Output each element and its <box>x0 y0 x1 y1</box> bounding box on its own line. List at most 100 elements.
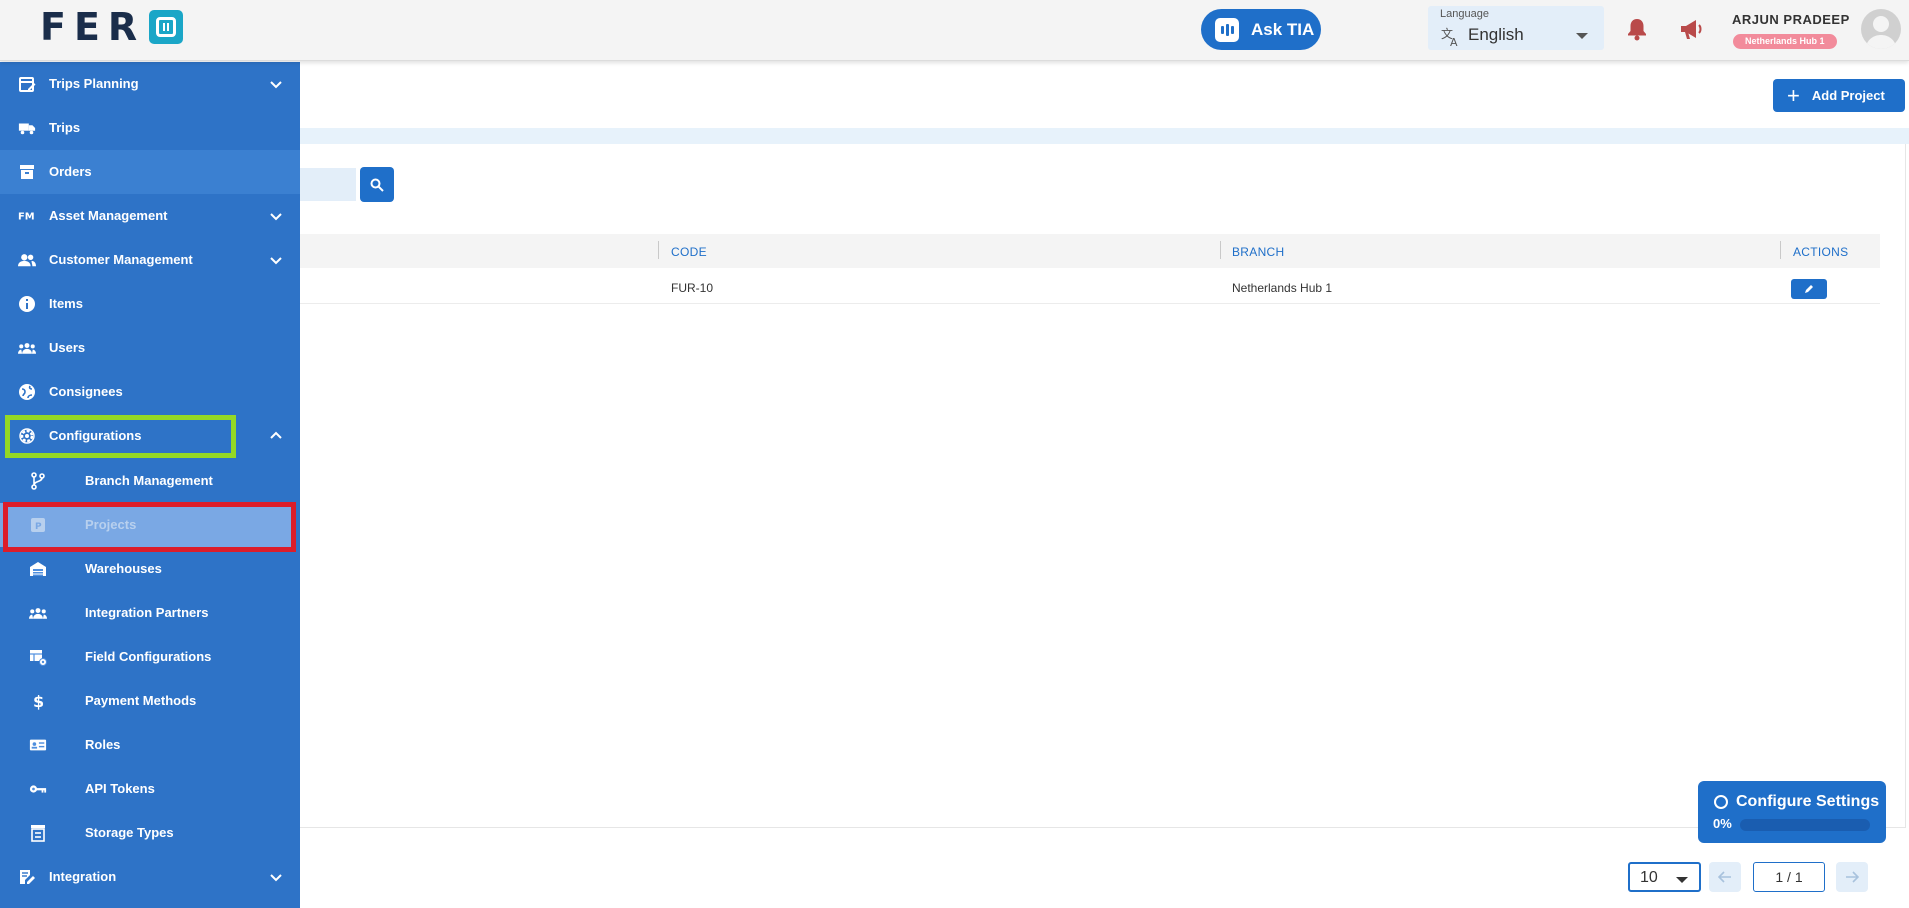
svg-text:FM: FM <box>18 212 35 223</box>
sidebar-item-storage-types[interactable]: Storage Types <box>0 811 296 855</box>
sidebar-item-projects[interactable]: P Projects <box>0 503 296 547</box>
column-header-actions: ACTIONS <box>1793 245 1849 259</box>
language-value: English <box>1468 25 1524 44</box>
globe-icon <box>18 383 36 401</box>
sidebar-item-label: Consignees <box>49 384 123 399</box>
archive-box-icon <box>18 163 36 181</box>
app-header: FER Ask TIA Language 文A English ARJUN PR… <box>0 0 1909 61</box>
truck-icon <box>18 119 36 137</box>
svg-text:$: $ <box>33 692 44 710</box>
chevron-up-icon <box>270 430 282 442</box>
table-header <box>300 234 1880 268</box>
warehouse-icon <box>29 560 47 578</box>
search-button[interactable] <box>360 167 394 202</box>
megaphone-icon[interactable] <box>1678 17 1704 41</box>
sidebar-item-warehouses[interactable]: Warehouses <box>0 547 296 591</box>
sidebar-item-integration-partners[interactable]: Integration Partners <box>0 591 296 635</box>
arrow-right-icon <box>1846 871 1859 883</box>
logo-text: FER <box>40 5 146 49</box>
sidebar-item-consignees[interactable]: Consignees <box>0 370 300 414</box>
sidebar-item-label: Payment Methods <box>85 693 197 708</box>
note-edit-icon <box>18 868 36 886</box>
column-header-code[interactable]: CODE <box>671 245 707 259</box>
chevron-down-icon <box>270 210 282 222</box>
sidebar-item-configurations[interactable]: Configurations <box>0 414 300 458</box>
gear-icon <box>18 427 36 445</box>
column-header-branch[interactable]: BRANCH <box>1232 245 1284 259</box>
dollar-icon: $ <box>29 692 47 710</box>
sidebar-item-asset-management[interactable]: FM Asset Management <box>0 194 300 238</box>
configure-progress-text: 0% <box>1713 816 1732 831</box>
chevron-down-icon <box>1676 877 1688 883</box>
sidebar-item-label: Warehouses <box>85 561 162 576</box>
add-project-label: Add Project <box>1811 88 1885 103</box>
chevron-down-icon <box>270 871 282 883</box>
sidebar-item-customer-management[interactable]: Customer Management <box>0 238 300 282</box>
sidebar-item-label: Customer Management <box>49 252 193 267</box>
sidebar-item-label: Branch Management <box>85 473 213 488</box>
configure-settings-widget[interactable]: Configure Settings 0% <box>1698 781 1886 843</box>
circle-icon <box>1714 795 1728 809</box>
fero-logo[interactable]: FER <box>40 5 184 49</box>
plus-icon: + <box>1787 82 1800 108</box>
column-separator <box>658 241 659 259</box>
next-page-button[interactable] <box>1836 862 1868 892</box>
sidebar-item-orders[interactable]: Orders <box>0 150 300 194</box>
info-icon <box>18 295 36 313</box>
search-input[interactable] <box>300 168 356 201</box>
fm-icon: FM <box>18 207 36 225</box>
pencil-icon <box>1805 285 1813 293</box>
bell-icon[interactable] <box>1626 17 1648 41</box>
chevron-down-icon <box>270 78 282 90</box>
p-badge-icon: P <box>29 516 47 534</box>
key-icon <box>29 780 47 798</box>
column-separator <box>1780 241 1781 259</box>
sidebar-item-label: Integration Partners <box>85 605 209 620</box>
calendar-edit-icon <box>18 75 36 93</box>
sidebar-item-integration[interactable]: Integration <box>0 855 300 899</box>
sidebar-item-label: Items <box>49 296 83 311</box>
configure-progress-bar <box>1740 819 1870 831</box>
configure-settings-title: Configure Settings <box>1736 793 1880 810</box>
sidebar-item-label: Trips Planning <box>49 76 139 91</box>
logo-mark-icon <box>149 10 184 44</box>
page-size-select[interactable]: 10 <box>1628 862 1701 892</box>
language-select[interactable]: Language 文A English <box>1428 6 1604 50</box>
svg-text:A: A <box>1450 36 1458 47</box>
page-indicator: 1 / 1 <box>1753 862 1825 892</box>
user-hub-badge: Netherlands Hub 1 <box>1733 34 1837 49</box>
sidebar-item-label: Configurations <box>49 428 142 443</box>
sidebar-item-trips-planning[interactable]: Trips Planning <box>0 62 300 106</box>
ask-tia-button[interactable]: Ask TIA <box>1201 9 1321 50</box>
page-size-value: 10 <box>1640 869 1658 886</box>
edit-button[interactable] <box>1791 279 1827 299</box>
sidebar-item-field-configurations[interactable]: Field Configurations <box>0 635 296 679</box>
tia-icon <box>1215 17 1239 42</box>
table-gear-icon <box>29 648 47 666</box>
prev-page-button[interactable] <box>1709 862 1741 892</box>
column-separator <box>1220 241 1221 259</box>
sidebar-item-roles[interactable]: Roles <box>0 723 296 767</box>
sidebar-item-users[interactable]: Users <box>0 326 300 370</box>
ask-tia-label: Ask TIA <box>1251 19 1315 39</box>
group-icon <box>29 604 47 622</box>
id-card-icon <box>29 736 47 754</box>
add-project-button[interactable]: + Add Project <box>1773 79 1905 112</box>
chevron-down-icon <box>1576 33 1588 39</box>
sidebar-item-label: Users <box>49 340 86 355</box>
sidebar-item-label: Projects <box>85 517 137 532</box>
sidebar-item-items[interactable]: Items <box>0 282 300 326</box>
sidebar-item-api-tokens[interactable]: API Tokens <box>0 767 296 811</box>
table-row[interactable] <box>300 268 1880 304</box>
sidebar-item-branch-management[interactable]: Branch Management <box>0 459 296 503</box>
arrow-left-icon <box>1718 871 1731 883</box>
chevron-down-icon <box>270 254 282 266</box>
translate-icon: 文A <box>1440 25 1462 47</box>
group-icon <box>18 339 36 357</box>
sidebar-item-label: Field Configurations <box>85 649 212 664</box>
cell-branch: Netherlands Hub 1 <box>1232 281 1333 295</box>
sidebar-item-payment-methods[interactable]: $ Payment Methods <box>0 679 296 723</box>
sidebar-item-trips[interactable]: Trips <box>0 106 300 150</box>
page-toolbar <box>300 62 1909 128</box>
avatar[interactable] <box>1861 9 1901 49</box>
